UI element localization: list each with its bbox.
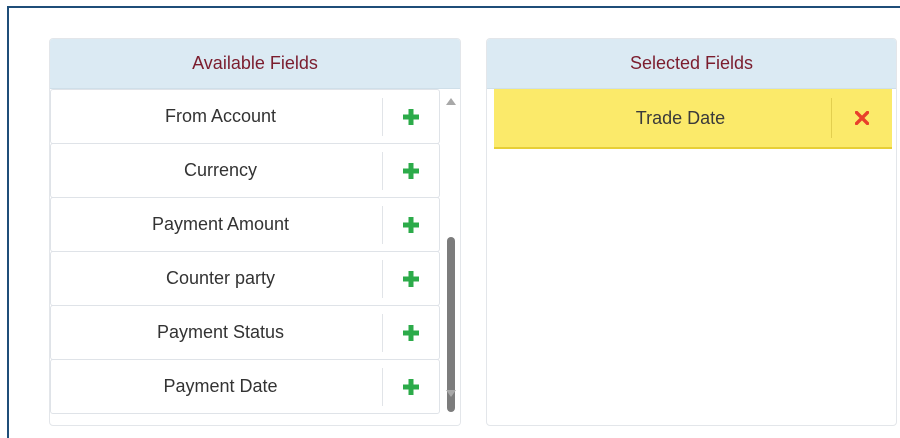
field-label: Counter party	[165, 268, 276, 288]
available-fields-panel: Available Fields From Account Currency P…	[49, 38, 461, 426]
plus-icon	[403, 378, 419, 395]
plus-icon	[403, 324, 419, 341]
plus-icon	[403, 108, 419, 125]
field-label: Payment Amount	[151, 214, 290, 234]
available-field-item: Payment Date	[50, 359, 440, 414]
scroll-thumb[interactable]	[447, 237, 455, 412]
field-label: Currency	[183, 160, 258, 180]
field-label: Payment Status	[156, 322, 285, 342]
available-fields-scrollbar[interactable]	[441, 89, 460, 425]
add-field-button[interactable]	[383, 306, 439, 359]
plus-icon	[403, 162, 419, 179]
available-fields-list: From Account Currency Payment Amount Cou…	[50, 89, 460, 425]
remove-field-button[interactable]	[832, 89, 892, 147]
scroll-up-arrow-icon[interactable]	[446, 98, 456, 105]
available-field-item: Counter party	[50, 251, 440, 306]
available-field-item: Currency	[50, 143, 440, 198]
field-label: From Account	[164, 106, 277, 126]
selected-fields-list: Trade Date	[487, 89, 896, 425]
available-field-item: From Account	[50, 89, 440, 144]
add-field-button[interactable]	[383, 198, 439, 251]
add-field-button[interactable]	[383, 360, 439, 413]
available-fields-header: Available Fields	[50, 39, 460, 89]
add-field-button[interactable]	[383, 144, 439, 197]
plus-icon	[403, 216, 419, 233]
add-field-button[interactable]	[383, 90, 439, 143]
available-field-item: Payment Status	[50, 305, 440, 360]
plus-icon	[403, 270, 419, 287]
field-label: Payment Date	[163, 376, 278, 396]
selected-fields-header: Selected Fields	[487, 39, 896, 89]
report-builder-frame: Available Fields From Account Currency P…	[7, 6, 900, 438]
add-field-button[interactable]	[383, 252, 439, 305]
scroll-down-arrow-icon[interactable]	[446, 390, 456, 397]
close-icon	[855, 111, 869, 125]
selected-field-item: Trade Date	[494, 89, 892, 149]
available-field-item: Payment Amount	[50, 197, 440, 252]
field-label: Trade Date	[635, 107, 726, 128]
selected-fields-panel: Selected Fields Trade Date	[486, 38, 897, 426]
